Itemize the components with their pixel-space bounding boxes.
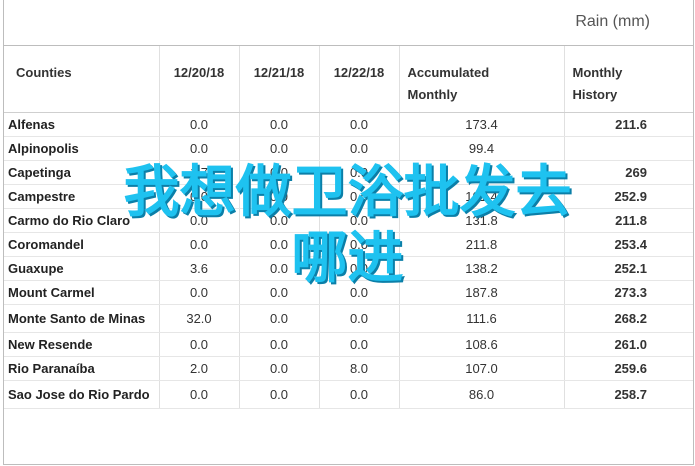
county-cell: Monte Santo de Minas bbox=[4, 304, 159, 333]
table-row: Rio Paranaíba 2.0 0.0 8.0 107.0 259.6 bbox=[4, 356, 693, 381]
panel-header: Rain (mm) bbox=[4, 0, 693, 46]
history-cell: 211.6 bbox=[563, 112, 693, 137]
header-date-3[interactable]: 12/22/18 bbox=[318, 46, 399, 113]
rain-date-1-cell: 0.0 bbox=[158, 332, 239, 357]
rain-date-1-cell: 2.0 bbox=[158, 356, 239, 381]
county-cell: New Resende bbox=[4, 332, 159, 357]
header-date-1[interactable]: 12/20/18 bbox=[158, 46, 239, 113]
header-accumulated-monthly[interactable]: Accumulated Monthly bbox=[398, 46, 564, 113]
accumulated-cell: 86.0 bbox=[398, 380, 564, 409]
watermark-overlay-text: 我想做卫浴批发去 哪进 bbox=[0, 160, 695, 292]
rain-date-2-cell: 0.0 bbox=[238, 112, 319, 137]
county-cell: Rio Paranaíba bbox=[4, 356, 159, 381]
overlay-line-2: 哪进 bbox=[291, 226, 404, 291]
rain-date-3-cell: 0.0 bbox=[318, 136, 399, 161]
rain-date-3-cell: 0.0 bbox=[318, 332, 399, 357]
history-cell: 259.6 bbox=[563, 356, 693, 381]
accumulated-cell: 107.0 bbox=[398, 356, 564, 381]
history-cell bbox=[563, 136, 693, 161]
rain-date-1-cell: 0.0 bbox=[158, 112, 239, 137]
rain-date-1-cell: 0.0 bbox=[158, 136, 239, 161]
rain-date-2-cell: 0.0 bbox=[238, 380, 319, 409]
header-monthly-history[interactable]: Monthly History bbox=[563, 46, 693, 113]
accumulated-cell: 108.6 bbox=[398, 332, 564, 357]
accumulated-cell: 99.4 bbox=[398, 136, 564, 161]
overlay-line-1: 我想做卫浴批发去 bbox=[123, 160, 572, 225]
rain-date-2-cell: 0.0 bbox=[238, 332, 319, 357]
county-cell: Sao Jose do Rio Pardo bbox=[4, 380, 159, 409]
history-cell: 268.2 bbox=[563, 304, 693, 333]
table-row: Sao Jose do Rio Pardo 0.0 0.0 0.0 86.0 258.7 bbox=[4, 380, 693, 409]
table-row: Monte Santo de Minas 32.0 0.0 0.0 111.6 268.2 bbox=[4, 304, 693, 333]
table-row: Alpinopolis 0.0 0.0 0.0 99.4 bbox=[4, 136, 693, 161]
rain-date-3-cell: 8.0 bbox=[318, 356, 399, 381]
table-header-row: Counties 12/20/18 12/21/18 12/22/18 Accu… bbox=[4, 46, 693, 113]
table-row: Alfenas 0.0 0.0 0.0 173.4 211.6 bbox=[4, 112, 693, 137]
accumulated-cell: 173.4 bbox=[398, 112, 564, 137]
rain-date-2-cell: 0.0 bbox=[238, 304, 319, 333]
history-cell: 258.7 bbox=[563, 380, 693, 409]
rain-date-1-cell: 0.0 bbox=[158, 380, 239, 409]
rain-date-2-cell: 0.0 bbox=[238, 356, 319, 381]
rain-date-1-cell: 32.0 bbox=[158, 304, 239, 333]
table-row: New Resende 0.0 0.0 0.0 108.6 261.0 bbox=[4, 332, 693, 357]
rain-date-3-cell: 0.0 bbox=[318, 304, 399, 333]
history-cell: 261.0 bbox=[563, 332, 693, 357]
panel-title: Rain (mm) bbox=[575, 13, 650, 30]
county-cell: Alpinopolis bbox=[4, 136, 159, 161]
header-date-2[interactable]: 12/21/18 bbox=[238, 46, 319, 113]
rain-date-3-cell: 0.0 bbox=[318, 380, 399, 409]
accumulated-cell: 111.6 bbox=[398, 304, 564, 333]
rain-date-2-cell: 0.0 bbox=[238, 136, 319, 161]
county-cell: Alfenas bbox=[4, 112, 159, 137]
header-counties[interactable]: Counties bbox=[4, 46, 159, 113]
rain-date-3-cell: 0.0 bbox=[318, 112, 399, 137]
